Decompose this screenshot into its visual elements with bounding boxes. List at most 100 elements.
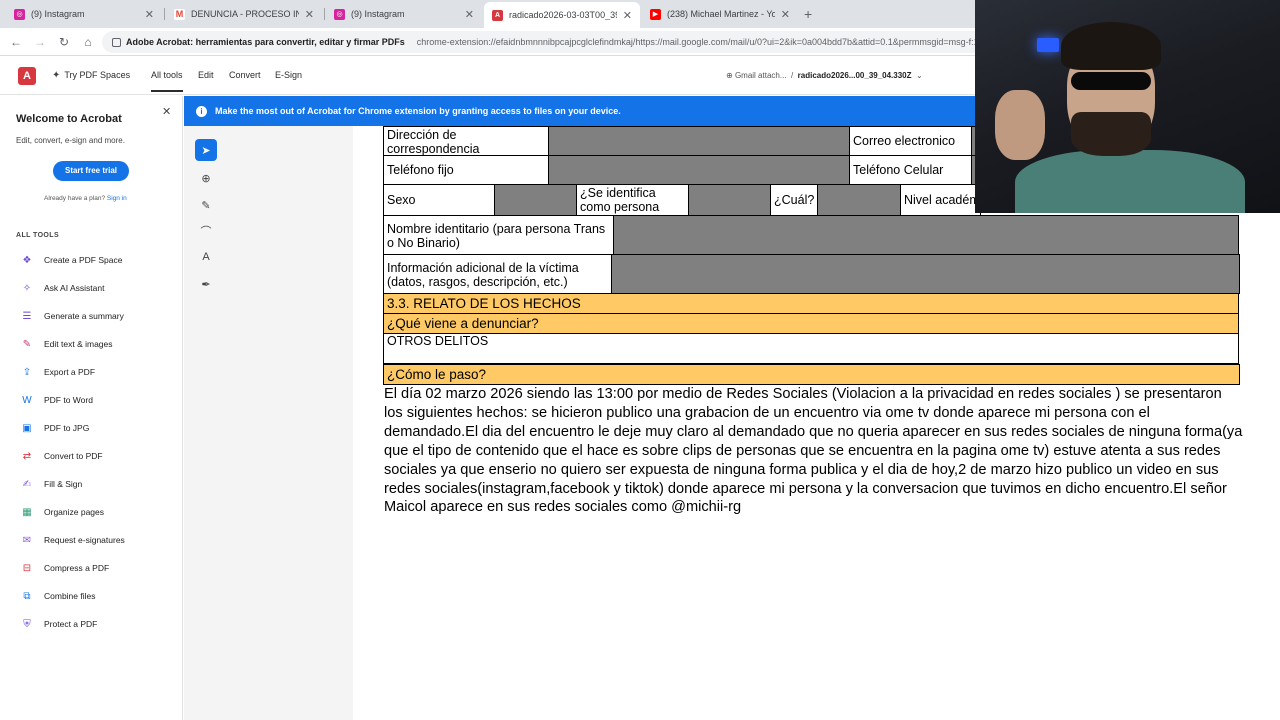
text-box-icon[interactable]: A: [195, 246, 217, 268]
label-lgbti: ¿Se identifica como persona LGBTI?: [576, 184, 689, 216]
close-icon[interactable]: ✕: [305, 8, 314, 21]
field-lgbti[interactable]: [688, 184, 771, 216]
forward-icon[interactable]: →: [28, 35, 52, 49]
tool-combine-files[interactable]: ⧉ Combine files: [20, 588, 95, 604]
tool-request-e-signatures[interactable]: ✉ Request e-signatures: [20, 532, 125, 548]
webcam-overlay: [975, 0, 1280, 213]
field-que-denunciar[interactable]: OTROS DELITOS: [383, 333, 1239, 364]
globe-icon: ⊕: [726, 71, 733, 80]
label-info-adicional: Información adicional de la víctima (dat…: [383, 254, 612, 294]
back-icon[interactable]: ←: [4, 35, 28, 49]
close-icon[interactable]: ✕: [145, 8, 154, 21]
crumb-source: Gmail attach...: [734, 71, 787, 80]
field-direccion[interactable]: [548, 126, 850, 156]
browser-tab-youtube[interactable]: ▶ (238) Michael Martinez - YouTub ✕: [642, 2, 798, 26]
highlight-pen-icon[interactable]: ✎: [195, 194, 217, 216]
pdf-spaces-icon: ✦: [52, 70, 61, 81]
tool-pdf-to-word[interactable]: W PDF to Word: [20, 392, 93, 408]
ai-assistant-icon: ✧: [22, 282, 32, 294]
youtube-icon: ▶: [650, 8, 661, 20]
instagram-icon: ◎: [14, 8, 25, 20]
acrobat-icon: A: [492, 9, 503, 21]
field-cual[interactable]: [817, 184, 901, 216]
person-hand: [995, 90, 1045, 160]
label-cual: ¿Cuál?: [770, 184, 818, 216]
url-text: chrome-extension://efaidnbmnnnibpcajpcgl…: [416, 37, 984, 47]
person-shirt: [1015, 150, 1245, 213]
info-icon: i: [196, 105, 207, 117]
section-header-relato: 3.3. RELATO DE LOS HECHOS: [383, 293, 1239, 314]
label-telefono-celular: Teléfono Celular: [849, 155, 972, 185]
tool-edit-text-images[interactable]: ✎ Edit text & images: [20, 336, 113, 352]
browser-tab-instagram-1[interactable]: ◎ (9) Instagram ✕: [6, 2, 162, 26]
protect-pdf-icon: ⛨: [23, 618, 31, 630]
tool-create-pdf-space[interactable]: ❖ Create a PDF Space: [20, 252, 123, 268]
field-info-adicional[interactable]: [611, 254, 1240, 294]
browser-tab-gmail[interactable]: M DENUNCIA - PROCESO INICIAL ✕: [166, 2, 322, 26]
acrobat-logo-icon[interactable]: A: [18, 67, 36, 85]
narrative-text: El día 02 marzo 2026 siendo las 13:00 po…: [384, 386, 1243, 516]
signature-icon[interactable]: ✒: [195, 273, 217, 295]
plan-text: Already have a plan? Sign in: [44, 195, 127, 202]
tab-convert[interactable]: Convert: [229, 70, 261, 80]
comment-icon[interactable]: ⊕: [195, 167, 217, 189]
tab-title: radicado2026-03-03T00_39_04: [509, 10, 617, 20]
tool-organize-pages[interactable]: ▦ Organize pages: [20, 504, 104, 520]
edit-text-icon: ✎: [22, 338, 32, 350]
panel-subtitle: Edit, convert, e-sign and more.: [16, 136, 125, 145]
tool-fill-sign[interactable]: ✍ Fill & Sign: [20, 476, 82, 492]
tab-title: (9) Instagram: [351, 9, 405, 19]
panel-title: Welcome to Acrobat: [16, 113, 122, 125]
label-que-denunciar: ¿Qué viene a denunciar?: [383, 313, 1239, 334]
field-telefono-fijo[interactable]: [548, 155, 850, 185]
draw-icon[interactable]: ⌒: [195, 220, 217, 242]
organize-pages-icon: ▦: [22, 506, 32, 518]
chevron-down-icon[interactable]: ⌄: [914, 71, 923, 80]
close-icon[interactable]: ✕: [623, 9, 632, 22]
export-pdf-icon: ⇪: [22, 366, 32, 378]
person-hair: [1061, 22, 1161, 70]
label-nivel: Nivel académico: [900, 184, 981, 216]
close-icon[interactable]: ✕: [162, 105, 171, 118]
close-icon[interactable]: ✕: [465, 8, 474, 21]
pdf-to-jpg-icon: ▣: [22, 422, 32, 434]
field-nombre-identitario[interactable]: [613, 215, 1239, 255]
all-tools-heading: ALL TOOLS: [16, 232, 60, 239]
url-field[interactable]: Adobe Acrobat: herramientas para convert…: [102, 31, 1002, 53]
tab-e-sign[interactable]: E-Sign: [275, 70, 302, 80]
label-como-paso: ¿Cómo le paso?: [383, 364, 1240, 385]
label-telefono-fijo: Teléfono fijo: [383, 155, 549, 185]
tool-protect-pdf[interactable]: ⛨ Protect a PDF: [20, 616, 97, 632]
label-nombre-identitario: Nombre identitario (para persona Trans o…: [383, 215, 614, 255]
reload-icon[interactable]: ↻: [52, 35, 76, 49]
tool-rail: ➤ ⊕ ✎ ⌒ A ✒: [195, 139, 219, 299]
label-sexo: Sexo: [383, 184, 495, 216]
tool-convert-to-pdf[interactable]: ⇄ Convert to PDF: [20, 448, 103, 464]
tool-ask-ai-assistant[interactable]: ✧ Ask AI Assistant: [20, 280, 105, 296]
start-free-trial-button[interactable]: Start free trial: [53, 161, 129, 181]
gmail-icon: M: [174, 8, 185, 20]
tool-pdf-to-jpg[interactable]: ▣ PDF to JPG: [20, 420, 89, 436]
new-tab-button[interactable]: +: [804, 6, 812, 22]
convert-to-pdf-icon: ⇄: [22, 450, 32, 462]
tab-title: DENUNCIA - PROCESO INICIAL: [191, 9, 299, 19]
close-icon[interactable]: ✕: [781, 8, 790, 21]
tool-generate-summary[interactable]: ☰ Generate a summary: [20, 308, 124, 324]
home-icon[interactable]: ⌂: [76, 35, 100, 49]
welcome-panel: ✕ Welcome to Acrobat Edit, convert, e-si…: [0, 96, 183, 720]
instagram-icon: ◎: [334, 8, 345, 20]
tab-title: (238) Michael Martinez - YouTub: [667, 9, 775, 19]
browser-tab-acrobat[interactable]: A radicado2026-03-03T00_39_04 ✕: [484, 2, 640, 28]
select-cursor-icon[interactable]: ➤: [195, 139, 217, 161]
extension-label: Adobe Acrobat: herramientas para convert…: [126, 37, 405, 47]
browser-tab-instagram-2[interactable]: ◎ (9) Instagram ✕: [326, 2, 482, 26]
tab-edit[interactable]: Edit: [198, 70, 214, 80]
tab-all-tools[interactable]: All tools: [151, 70, 183, 92]
tool-export-pdf[interactable]: ⇪ Export a PDF: [20, 364, 95, 380]
file-breadcrumb[interactable]: ⊕ Gmail attach... / radicado2026...00_39…: [726, 71, 923, 80]
try-pdf-spaces-button[interactable]: ✦ Try PDF Spaces: [52, 70, 130, 81]
tool-compress-pdf[interactable]: ⊟ Compress a PDF: [20, 560, 109, 576]
field-sexo[interactable]: [494, 184, 577, 216]
sign-in-link[interactable]: Sign in: [107, 195, 127, 202]
pdf-space-icon: ❖: [22, 254, 32, 266]
